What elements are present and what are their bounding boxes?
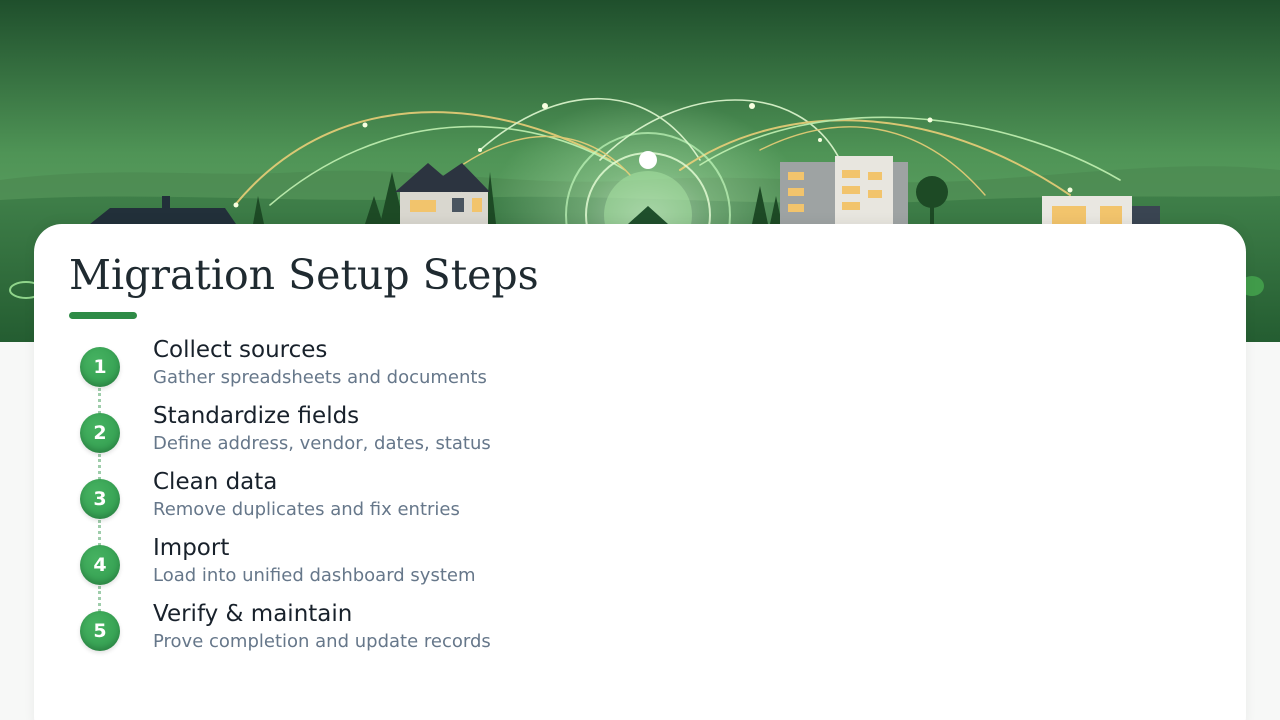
step-description: Load into unified dashboard system: [153, 565, 476, 586]
step-title: Clean data: [153, 469, 278, 495]
steps-list: 1 Collect sources Gather spreadsheets an…: [34, 334, 834, 674]
step-item-3: 3 Clean data Remove duplicates and fix e…: [80, 466, 820, 532]
slide: Migration Setup Steps 1 Collect sources …: [0, 0, 1280, 720]
step-number-badge: 3: [80, 479, 120, 519]
step-title: Import: [153, 535, 230, 561]
step-description: Gather spreadsheets and documents: [153, 367, 487, 388]
step-description: Remove duplicates and fix entries: [153, 499, 460, 520]
apartment-building-icon: [780, 156, 908, 224]
step-item-2: 2 Standardize fields Define address, ven…: [80, 400, 820, 466]
step-number-badge: 2: [80, 413, 120, 453]
step-item-5: 5 Verify & maintain Prove completion and…: [80, 598, 820, 664]
step-number-badge: 5: [80, 611, 120, 651]
step-description: Define address, vendor, dates, status: [153, 433, 491, 454]
step-title: Verify & maintain: [153, 601, 353, 627]
step-description: Prove completion and update records: [153, 631, 491, 652]
step-title: Collect sources: [153, 337, 328, 363]
title-underline: [69, 312, 137, 319]
step-title: Standardize fields: [153, 403, 360, 429]
slide-title: Migration Setup Steps: [69, 251, 539, 299]
step-number-badge: 4: [80, 545, 120, 585]
step-number-badge: 1: [80, 347, 120, 387]
step-item-4: 4 Import Load into unified dashboard sys…: [80, 532, 820, 598]
step-item-1: 1 Collect sources Gather spreadsheets an…: [80, 334, 820, 400]
content-card: Migration Setup Steps 1 Collect sources …: [34, 224, 1246, 720]
